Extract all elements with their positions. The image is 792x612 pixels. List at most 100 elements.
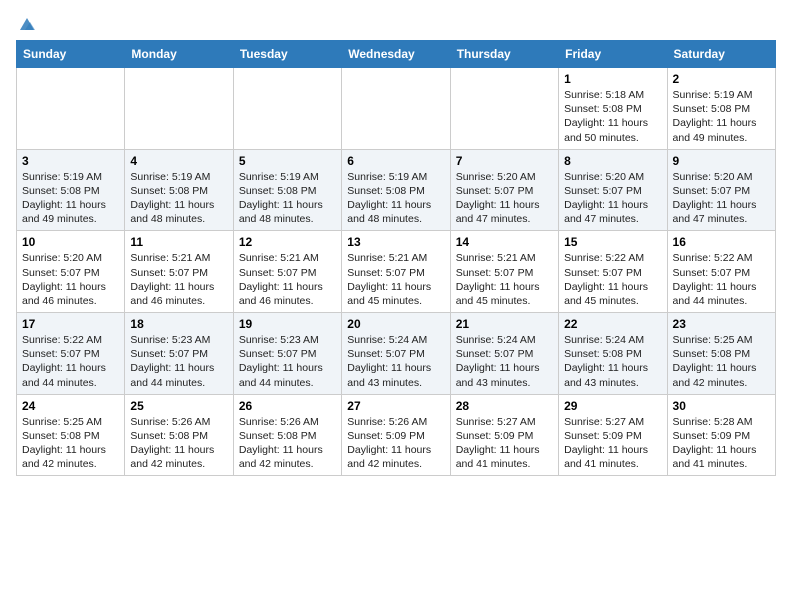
calendar-cell: 12 Sunrise: 5:21 AM Sunset: 5:07 PM Dayli…: [233, 231, 341, 313]
calendar-cell: [125, 68, 233, 150]
day-number: 19: [239, 317, 336, 331]
calendar-week-row: 24 Sunrise: 5:25 AM Sunset: 5:08 PM Dayli…: [17, 394, 776, 476]
calendar-cell: 2 Sunrise: 5:19 AM Sunset: 5:08 PM Daylig…: [667, 68, 775, 150]
calendar-week-row: 1 Sunrise: 5:18 AM Sunset: 5:08 PM Daylig…: [17, 68, 776, 150]
day-number: 30: [673, 399, 770, 413]
day-number: 29: [564, 399, 661, 413]
day-info: Sunrise: 5:26 AM Sunset: 5:09 PM Dayligh…: [347, 415, 444, 472]
day-number: 8: [564, 154, 661, 168]
day-info: Sunrise: 5:21 AM Sunset: 5:07 PM Dayligh…: [239, 251, 336, 308]
logo: [16, 16, 36, 32]
calendar-cell: [342, 68, 450, 150]
calendar-cell: 26Sunrise: 5:26 AM Sunset: 5:08 PM Dayli…: [233, 394, 341, 476]
day-info: Sunrise: 5:22 AM Sunset: 5:07 PM Dayligh…: [564, 251, 661, 308]
day-number: 25: [130, 399, 227, 413]
day-info: Sunrise: 5:20 AM Sunset: 5:07 PM Dayligh…: [22, 251, 119, 308]
day-number: 7: [456, 154, 553, 168]
calendar-week-row: 10 Sunrise: 5:20 AM Sunset: 5:07 PM Dayli…: [17, 231, 776, 313]
calendar-cell: 19 Sunrise: 5:23 AM Sunset: 5:07 PM Dayli…: [233, 313, 341, 395]
day-number: 11: [130, 235, 227, 249]
calendar-cell: 13 Sunrise: 5:21 AM Sunset: 5:07 PM Dayli…: [342, 231, 450, 313]
calendar-cell: 15 Sunrise: 5:22 AM Sunset: 5:07 PM Dayli…: [559, 231, 667, 313]
calendar-cell: 20Sunrise: 5:24 AM Sunset: 5:07 PM Dayli…: [342, 313, 450, 395]
day-number: 17: [22, 317, 119, 331]
day-info: Sunrise: 5:25 AM Sunset: 5:08 PM Dayligh…: [673, 333, 770, 390]
calendar-cell: 27 Sunrise: 5:26 AM Sunset: 5:09 PM Dayli…: [342, 394, 450, 476]
day-number: 20: [347, 317, 444, 331]
calendar-cell: 23 Sunrise: 5:25 AM Sunset: 5:08 PM Dayli…: [667, 313, 775, 395]
day-info: Sunrise: 5:19 AM Sunset: 5:08 PM Dayligh…: [239, 170, 336, 227]
day-number: 2: [673, 72, 770, 86]
day-number: 3: [22, 154, 119, 168]
calendar-header-row: SundayMondayTuesdayWednesdayThursdayFrid…: [17, 41, 776, 68]
day-number: 27: [347, 399, 444, 413]
calendar-cell: 14 Sunrise: 5:21 AM Sunset: 5:07 PM Dayli…: [450, 231, 558, 313]
day-number: 9: [673, 154, 770, 168]
day-number: 4: [130, 154, 227, 168]
day-number: 10: [22, 235, 119, 249]
day-number: 12: [239, 235, 336, 249]
day-info: Sunrise: 5:19 AM Sunset: 5:08 PM Dayligh…: [22, 170, 119, 227]
calendar-cell: 30 Sunrise: 5:28 AM Sunset: 5:09 PM Dayli…: [667, 394, 775, 476]
calendar-cell: 16Sunrise: 5:22 AM Sunset: 5:07 PM Dayli…: [667, 231, 775, 313]
calendar-cell: 4 Sunrise: 5:19 AM Sunset: 5:08 PM Daylig…: [125, 149, 233, 231]
calendar-cell: [450, 68, 558, 150]
day-number: 15: [564, 235, 661, 249]
day-info: Sunrise: 5:20 AM Sunset: 5:07 PM Dayligh…: [456, 170, 553, 227]
day-number: 16: [673, 235, 770, 249]
calendar-cell: 22Sunrise: 5:24 AM Sunset: 5:08 PM Dayli…: [559, 313, 667, 395]
day-info: Sunrise: 5:24 AM Sunset: 5:08 PM Dayligh…: [564, 333, 661, 390]
day-number: 28: [456, 399, 553, 413]
calendar-cell: 10 Sunrise: 5:20 AM Sunset: 5:07 PM Dayli…: [17, 231, 125, 313]
logo-icon: [18, 16, 36, 32]
day-info: Sunrise: 5:28 AM Sunset: 5:09 PM Dayligh…: [673, 415, 770, 472]
calendar-cell: [233, 68, 341, 150]
calendar-table: SundayMondayTuesdayWednesdayThursdayFrid…: [16, 40, 776, 476]
calendar-week-row: 17 Sunrise: 5:22 AM Sunset: 5:07 PM Dayli…: [17, 313, 776, 395]
day-info: Sunrise: 5:19 AM Sunset: 5:08 PM Dayligh…: [673, 88, 770, 145]
calendar-header-friday: Friday: [559, 41, 667, 68]
calendar-cell: 9Sunrise: 5:20 AM Sunset: 5:07 PM Daylig…: [667, 149, 775, 231]
calendar-header-sunday: Sunday: [17, 41, 125, 68]
calendar-cell: 28 Sunrise: 5:27 AM Sunset: 5:09 PM Dayli…: [450, 394, 558, 476]
day-number: 5: [239, 154, 336, 168]
day-info: Sunrise: 5:25 AM Sunset: 5:08 PM Dayligh…: [22, 415, 119, 472]
day-number: 1: [564, 72, 661, 86]
day-number: 23: [673, 317, 770, 331]
calendar-cell: 25Sunrise: 5:26 AM Sunset: 5:08 PM Dayli…: [125, 394, 233, 476]
calendar-cell: [17, 68, 125, 150]
calendar-cell: 6 Sunrise: 5:19 AM Sunset: 5:08 PM Daylig…: [342, 149, 450, 231]
day-info: Sunrise: 5:23 AM Sunset: 5:07 PM Dayligh…: [239, 333, 336, 390]
calendar-cell: 11 Sunrise: 5:21 AM Sunset: 5:07 PM Dayli…: [125, 231, 233, 313]
day-info: Sunrise: 5:19 AM Sunset: 5:08 PM Dayligh…: [347, 170, 444, 227]
day-info: Sunrise: 5:21 AM Sunset: 5:07 PM Dayligh…: [456, 251, 553, 308]
calendar-cell: 18Sunrise: 5:23 AM Sunset: 5:07 PM Dayli…: [125, 313, 233, 395]
calendar-cell: 7 Sunrise: 5:20 AM Sunset: 5:07 PM Daylig…: [450, 149, 558, 231]
calendar-cell: 21Sunrise: 5:24 AM Sunset: 5:07 PM Dayli…: [450, 313, 558, 395]
day-info: Sunrise: 5:26 AM Sunset: 5:08 PM Dayligh…: [239, 415, 336, 472]
day-number: 24: [22, 399, 119, 413]
day-info: Sunrise: 5:27 AM Sunset: 5:09 PM Dayligh…: [564, 415, 661, 472]
day-info: Sunrise: 5:21 AM Sunset: 5:07 PM Dayligh…: [130, 251, 227, 308]
calendar-cell: 3 Sunrise: 5:19 AM Sunset: 5:08 PM Daylig…: [17, 149, 125, 231]
day-info: Sunrise: 5:19 AM Sunset: 5:08 PM Dayligh…: [130, 170, 227, 227]
day-number: 13: [347, 235, 444, 249]
calendar-cell: 24 Sunrise: 5:25 AM Sunset: 5:08 PM Dayli…: [17, 394, 125, 476]
day-number: 14: [456, 235, 553, 249]
page-header: [16, 16, 776, 32]
calendar-week-row: 3 Sunrise: 5:19 AM Sunset: 5:08 PM Daylig…: [17, 149, 776, 231]
calendar-header-saturday: Saturday: [667, 41, 775, 68]
day-info: Sunrise: 5:20 AM Sunset: 5:07 PM Dayligh…: [564, 170, 661, 227]
day-info: Sunrise: 5:27 AM Sunset: 5:09 PM Dayligh…: [456, 415, 553, 472]
calendar-cell: 1 Sunrise: 5:18 AM Sunset: 5:08 PM Daylig…: [559, 68, 667, 150]
calendar-header-tuesday: Tuesday: [233, 41, 341, 68]
day-info: Sunrise: 5:23 AM Sunset: 5:07 PM Dayligh…: [130, 333, 227, 390]
calendar-cell: 29 Sunrise: 5:27 AM Sunset: 5:09 PM Dayli…: [559, 394, 667, 476]
day-info: Sunrise: 5:18 AM Sunset: 5:08 PM Dayligh…: [564, 88, 661, 145]
day-info: Sunrise: 5:22 AM Sunset: 5:07 PM Dayligh…: [22, 333, 119, 390]
day-number: 6: [347, 154, 444, 168]
day-info: Sunrise: 5:21 AM Sunset: 5:07 PM Dayligh…: [347, 251, 444, 308]
day-number: 21: [456, 317, 553, 331]
calendar-cell: 8 Sunrise: 5:20 AM Sunset: 5:07 PM Daylig…: [559, 149, 667, 231]
calendar-header-thursday: Thursday: [450, 41, 558, 68]
